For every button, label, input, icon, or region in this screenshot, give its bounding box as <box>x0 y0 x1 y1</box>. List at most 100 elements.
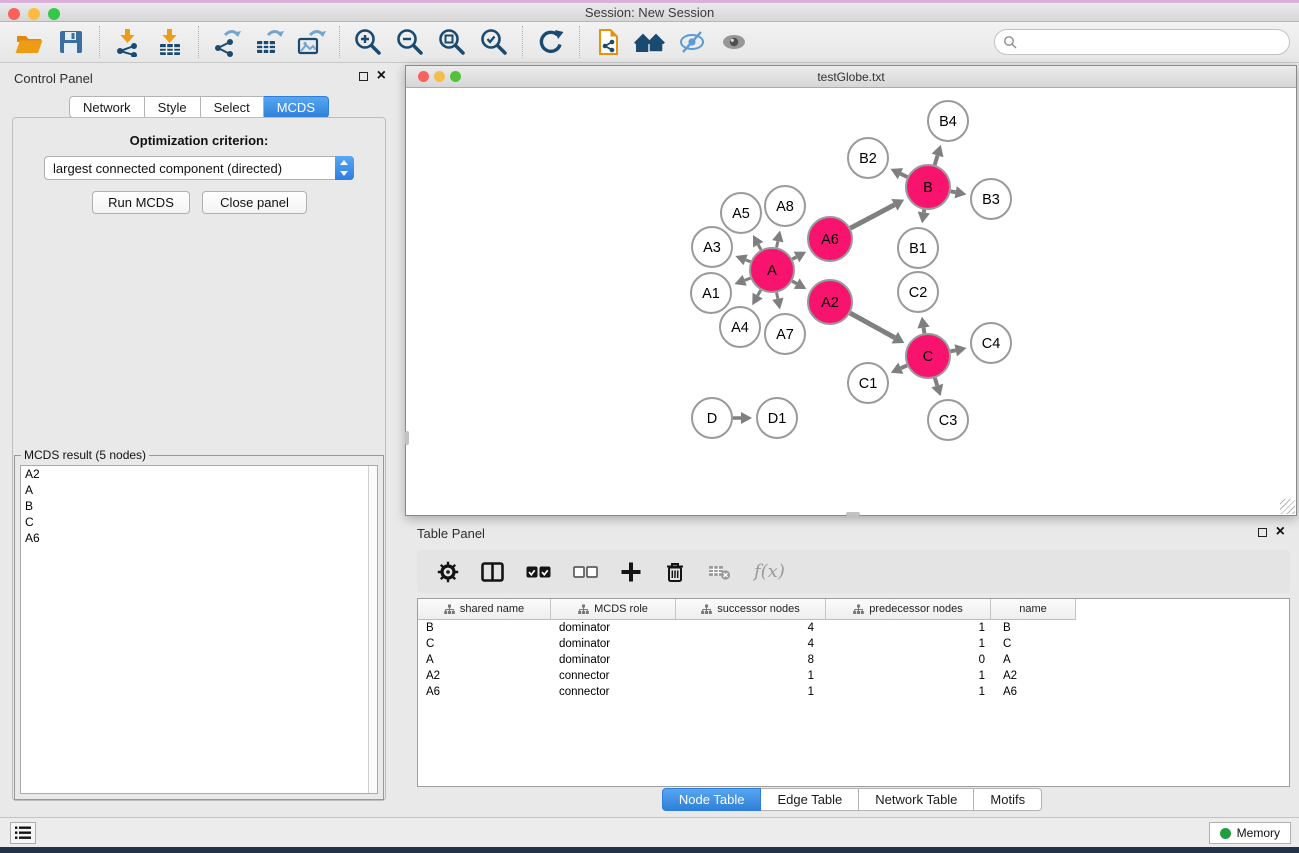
table-cell[interactable]: A2 <box>991 668 1076 684</box>
edge-A-A6[interactable] <box>792 257 796 259</box>
export-image-button[interactable] <box>290 24 332 60</box>
tab-motifs[interactable]: Motifs <box>974 788 1042 811</box>
home-button[interactable] <box>629 24 671 60</box>
tab-mcds[interactable]: MCDS <box>264 96 329 118</box>
table-cell[interactable]: C <box>991 636 1076 652</box>
result-item-c[interactable]: C <box>21 514 377 530</box>
network-canvas[interactable]: AA1A2A3A4A5A6A7A8BB1B2B3B4CC1C2C3C4DD1 <box>406 88 1296 515</box>
edge-A2-C[interactable] <box>850 313 895 338</box>
table-cell[interactable]: C <box>418 636 551 652</box>
edge-A-A4[interactable] <box>758 290 761 296</box>
zoom-fit-button[interactable] <box>431 24 473 60</box>
criterion-dropdown[interactable]: largest connected component (directed) <box>44 156 354 180</box>
table-row[interactable]: Bdominator41B <box>418 620 1289 636</box>
table-cell[interactable]: 0 <box>826 652 991 668</box>
result-list-scrollbar[interactable] <box>368 466 377 793</box>
column-header-successor-nodes[interactable]: successor nodes <box>676 599 826 620</box>
tab-node-table[interactable]: Node Table <box>662 788 762 811</box>
table-cell[interactable]: dominator <box>551 652 676 668</box>
open-session-button[interactable] <box>8 24 50 60</box>
edge-B-B3[interactable] <box>951 191 956 192</box>
export-table-button[interactable] <box>248 24 290 60</box>
column-header-shared-name[interactable]: shared name <box>418 599 551 620</box>
float-panel-icon[interactable] <box>359 72 368 81</box>
window-resize-grip[interactable] <box>1280 499 1295 514</box>
edge-C-C2[interactable] <box>924 328 925 334</box>
table-cell[interactable]: A2 <box>418 668 551 684</box>
table-cell[interactable]: B <box>418 620 551 636</box>
table-row[interactable]: Adominator80A <box>418 652 1289 668</box>
result-item-b[interactable]: B <box>21 498 377 514</box>
column-header-predecessor-nodes[interactable]: predecessor nodes <box>826 599 991 620</box>
window-titlebar[interactable]: Session: New Session <box>0 3 1299 22</box>
result-item-a6[interactable]: A6 <box>21 530 377 546</box>
select-all-button[interactable] <box>526 561 551 583</box>
import-network-button[interactable] <box>107 24 149 60</box>
edge-A6-B[interactable] <box>850 205 894 228</box>
edge-C-C1[interactable] <box>901 365 907 368</box>
table-cell[interactable]: 1 <box>826 636 991 652</box>
edge-C-C3[interactable] <box>935 378 937 386</box>
edge-A-A3[interactable] <box>746 260 751 262</box>
table-row[interactable]: A2connector11A2 <box>418 668 1289 684</box>
table-row[interactable]: Cdominator41C <box>418 636 1289 652</box>
column-header-mcds-role[interactable]: MCDS role <box>551 599 676 620</box>
v-scrollbar-thumb[interactable] <box>405 431 409 445</box>
export-network-button[interactable] <box>206 24 248 60</box>
tab-style[interactable]: Style <box>145 96 201 118</box>
h-scrollbar-thumb[interactable] <box>846 512 860 516</box>
show-column-button[interactable] <box>481 561 504 583</box>
table-cell[interactable]: connector <box>551 668 676 684</box>
zoom-selected-button[interactable] <box>473 24 515 60</box>
edge-A-A7[interactable] <box>777 293 778 299</box>
table-cell[interactable]: B <box>991 620 1076 636</box>
network-window-titlebar[interactable]: testGlobe.txt <box>406 66 1296 88</box>
function-builder-button[interactable]: f(x) <box>754 561 785 582</box>
edge-A-A1[interactable] <box>745 278 751 280</box>
run-mcds-button[interactable]: Run MCDS <box>92 191 190 214</box>
table-cell[interactable]: 8 <box>676 652 826 668</box>
table-cell[interactable]: A <box>418 652 551 668</box>
table-row[interactable]: A6connector11A6 <box>418 684 1289 700</box>
mcds-result-list[interactable]: A2ABCA6 <box>20 465 378 794</box>
table-cell[interactable]: 4 <box>676 636 826 652</box>
float-table-panel-icon[interactable] <box>1258 528 1267 537</box>
edge-B-B2[interactable] <box>900 174 907 177</box>
table-cell[interactable]: 1 <box>826 684 991 700</box>
result-item-a[interactable]: A <box>21 482 377 498</box>
edge-A-A5[interactable] <box>758 245 761 250</box>
table-cell[interactable]: 4 <box>676 620 826 636</box>
tab-edge-table[interactable]: Edge Table <box>761 788 859 811</box>
refresh-view-button[interactable] <box>530 24 572 60</box>
delete-table-button[interactable] <box>708 563 732 581</box>
add-column-button[interactable] <box>620 561 642 583</box>
edge-B-B4[interactable] <box>935 155 938 165</box>
edge-C-C4[interactable] <box>951 350 956 351</box>
zoom-out-button[interactable] <box>389 24 431 60</box>
tab-network[interactable]: Network <box>69 96 145 118</box>
edge-A-A8[interactable] <box>777 241 778 247</box>
memory-button[interactable]: Memory <box>1209 822 1291 844</box>
zoom-in-button[interactable] <box>347 24 389 60</box>
close-panel-button[interactable]: Close panel <box>202 191 307 214</box>
table-cell[interactable]: A6 <box>991 684 1076 700</box>
table-cell[interactable]: dominator <box>551 620 676 636</box>
tab-select[interactable]: Select <box>201 96 264 118</box>
table-cell[interactable]: connector <box>551 684 676 700</box>
deselect-all-button[interactable] <box>573 561 598 583</box>
column-header-name[interactable]: name <box>991 599 1076 620</box>
table-cell[interactable]: 1 <box>826 668 991 684</box>
table-cell[interactable]: 1 <box>676 684 826 700</box>
table-cell[interactable]: 1 <box>676 668 826 684</box>
table-options-button[interactable] <box>437 561 459 583</box>
task-history-button[interactable] <box>10 822 36 844</box>
search-input[interactable] <box>994 29 1290 55</box>
save-session-button[interactable] <box>50 24 92 60</box>
hide-panel-button[interactable] <box>671 24 713 60</box>
table-cell[interactable]: dominator <box>551 636 676 652</box>
network-from-document-button[interactable] <box>587 24 629 60</box>
close-panel-icon[interactable]: × <box>377 71 386 81</box>
tab-network-table[interactable]: Network Table <box>859 788 974 811</box>
edge-A-A2[interactable] <box>792 281 797 284</box>
table-cell[interactable]: A <box>991 652 1076 668</box>
